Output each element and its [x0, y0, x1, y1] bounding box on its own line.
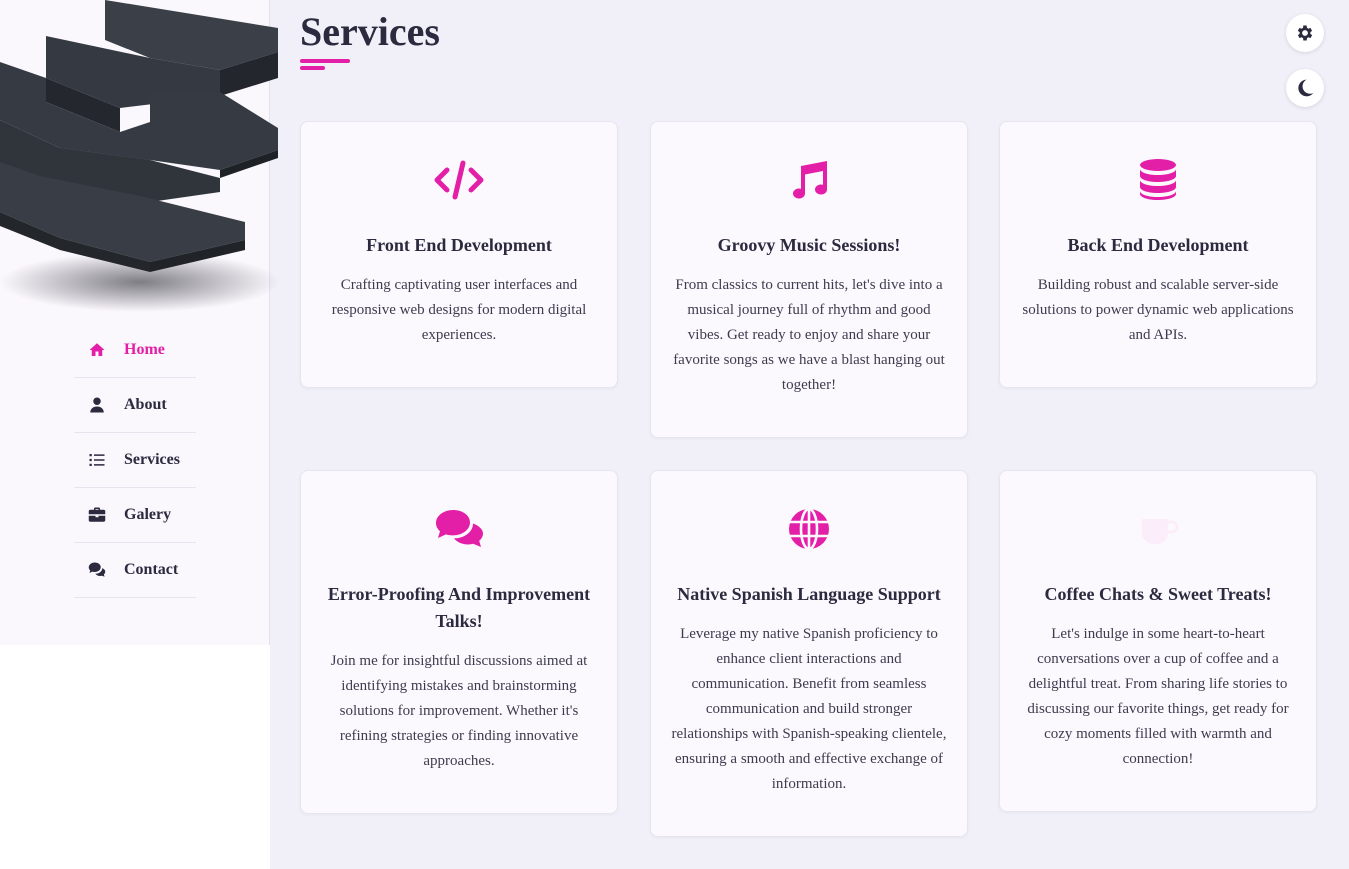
- gear-icon: [1297, 25, 1313, 41]
- user-icon: [88, 396, 112, 414]
- service-title: Error-Proofing And Improvement Talks!: [327, 584, 591, 631]
- service-description: Leverage my native Spanish proficiency t…: [671, 626, 947, 792]
- briefcase-icon: [88, 506, 112, 524]
- service-description: Join me for insightful discussions aimed…: [330, 653, 588, 769]
- service-title: Coffee Chats & Sweet Treats!: [1044, 584, 1272, 604]
- sidebar-item-label: Galery: [124, 506, 172, 523]
- home-icon: [88, 341, 112, 359]
- service-description: Crafting captivating user interfaces and…: [331, 277, 587, 343]
- sidebar-bottom-area: [0, 645, 270, 869]
- service-card: Error-Proofing And Improvement Talks! Jo…: [300, 470, 618, 814]
- service-card: Front End Development Crafting captivati…: [300, 121, 618, 388]
- comments-icon: [319, 507, 599, 551]
- moon-icon: [1298, 79, 1314, 97]
- list-icon: [88, 451, 112, 469]
- settings-button[interactable]: [1286, 14, 1324, 52]
- service-card: Groovy Music Sessions! From classics to …: [650, 121, 968, 438]
- service-card: Back End Development Building robust and…: [999, 121, 1317, 388]
- service-description: From classics to current hits, let's div…: [673, 277, 945, 393]
- service-card: Native Spanish Language Support Leverage…: [650, 470, 968, 837]
- service-title: Native Spanish Language Support: [677, 584, 941, 604]
- sidebar-item-label: Services: [124, 451, 180, 468]
- globe-icon: [669, 507, 949, 551]
- page-title: Services: [300, 9, 440, 54]
- comments-icon: [88, 561, 112, 579]
- sidebar-item-contact[interactable]: Contact: [74, 543, 196, 598]
- service-card: Coffee Chats & Sweet Treats! Let's indul…: [999, 470, 1317, 812]
- title-underline: [300, 59, 350, 70]
- service-title: Groovy Music Sessions!: [717, 235, 901, 255]
- sidebar: Home About Services Galery Contact: [0, 0, 280, 645]
- theme-toggle-button[interactable]: [1286, 69, 1324, 107]
- sidebar-item-label: Contact: [124, 561, 179, 578]
- service-title: Front End Development: [366, 235, 552, 255]
- sidebar-item-home[interactable]: Home: [74, 323, 196, 378]
- service-description: Building robust and scalable server-side…: [1022, 277, 1294, 343]
- music-icon: [669, 158, 949, 202]
- sidebar-item-about[interactable]: About: [74, 378, 196, 433]
- sidebar-nav: Home About Services Galery Contact: [74, 323, 196, 598]
- service-description: Let's indulge in some heart-to-heart con…: [1027, 626, 1289, 767]
- sidebar-item-label: About: [124, 396, 167, 413]
- sidebar-item-label: Home: [124, 341, 165, 358]
- sidebar-item-services[interactable]: Services: [74, 433, 196, 488]
- database-icon: [1018, 158, 1298, 202]
- coffee-icon: [1018, 507, 1298, 551]
- code-icon: [319, 158, 599, 202]
- sidebar-item-galery[interactable]: Galery: [74, 488, 196, 543]
- stairs-logo-image: [0, 0, 280, 312]
- service-title: Back End Development: [1067, 235, 1249, 255]
